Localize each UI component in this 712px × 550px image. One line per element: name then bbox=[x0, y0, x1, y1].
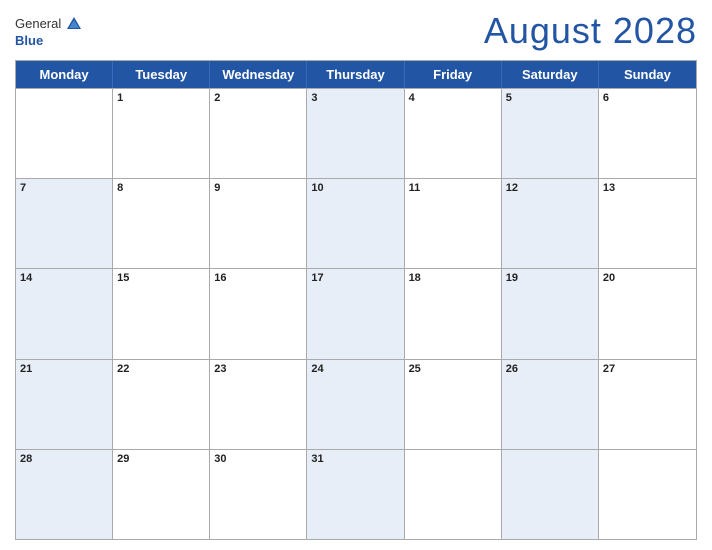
month-title: August 2028 bbox=[484, 10, 697, 52]
day-number: 1 bbox=[113, 89, 209, 107]
header-day-monday: Monday bbox=[16, 61, 113, 88]
day-number: 28 bbox=[16, 450, 112, 468]
day-number: 7 bbox=[16, 179, 112, 197]
day-number: 15 bbox=[113, 269, 209, 287]
header-day-friday: Friday bbox=[405, 61, 502, 88]
cal-cell: 18 bbox=[405, 269, 502, 358]
cal-cell: 15 bbox=[113, 269, 210, 358]
cal-cell: 23 bbox=[210, 360, 307, 449]
cal-cell: 1 bbox=[113, 89, 210, 178]
cal-cell: 21 bbox=[16, 360, 113, 449]
day-number: 30 bbox=[210, 450, 306, 468]
week-row-5: 28293031000 bbox=[16, 449, 696, 539]
cal-cell: 22 bbox=[113, 360, 210, 449]
day-number: 25 bbox=[405, 360, 501, 378]
cal-cell: 0 bbox=[502, 450, 599, 539]
cal-cell: 7 bbox=[16, 179, 113, 268]
cal-cell: 24 bbox=[307, 360, 404, 449]
week-row-1: 0123456 bbox=[16, 88, 696, 178]
day-number: 13 bbox=[599, 179, 696, 197]
cal-cell: 29 bbox=[113, 450, 210, 539]
day-number: 12 bbox=[502, 179, 598, 197]
cal-cell: 20 bbox=[599, 269, 696, 358]
calendar-header: MondayTuesdayWednesdayThursdayFridaySatu… bbox=[16, 61, 696, 88]
logo-icon bbox=[65, 15, 83, 33]
day-number: 11 bbox=[405, 179, 501, 197]
cal-cell: 11 bbox=[405, 179, 502, 268]
cal-cell: 30 bbox=[210, 450, 307, 539]
day-number: 4 bbox=[405, 89, 501, 107]
cal-cell: 27 bbox=[599, 360, 696, 449]
cal-cell: 0 bbox=[405, 450, 502, 539]
page: General Blue August 2028 MondayTuesdayWe… bbox=[0, 0, 712, 550]
day-number: 22 bbox=[113, 360, 209, 378]
day-number: 2 bbox=[210, 89, 306, 107]
day-number: 23 bbox=[210, 360, 306, 378]
cal-cell: 13 bbox=[599, 179, 696, 268]
cal-cell: 8 bbox=[113, 179, 210, 268]
cal-cell: 3 bbox=[307, 89, 404, 178]
calendar: MondayTuesdayWednesdayThursdayFridaySatu… bbox=[15, 60, 697, 540]
day-number: 26 bbox=[502, 360, 598, 378]
day-number: 6 bbox=[599, 89, 696, 107]
cal-cell: 6 bbox=[599, 89, 696, 178]
header-day-wednesday: Wednesday bbox=[210, 61, 307, 88]
day-number: 8 bbox=[113, 179, 209, 197]
cal-cell: 4 bbox=[405, 89, 502, 178]
cal-cell: 10 bbox=[307, 179, 404, 268]
day-number: 9 bbox=[210, 179, 306, 197]
logo-blue-text: Blue bbox=[15, 33, 43, 48]
day-number: 31 bbox=[307, 450, 403, 468]
cal-cell: 19 bbox=[502, 269, 599, 358]
day-number: 27 bbox=[599, 360, 696, 378]
calendar-body: 0123456789101112131415161718192021222324… bbox=[16, 88, 696, 539]
cal-cell: 5 bbox=[502, 89, 599, 178]
header-day-tuesday: Tuesday bbox=[113, 61, 210, 88]
logo-general-text: General bbox=[15, 16, 61, 31]
day-number: 3 bbox=[307, 89, 403, 107]
header-day-thursday: Thursday bbox=[307, 61, 404, 88]
cal-cell: 0 bbox=[599, 450, 696, 539]
day-number: 24 bbox=[307, 360, 403, 378]
day-number: 20 bbox=[599, 269, 696, 287]
day-number: 19 bbox=[502, 269, 598, 287]
day-number: 16 bbox=[210, 269, 306, 287]
day-number: 10 bbox=[307, 179, 403, 197]
day-number: 21 bbox=[16, 360, 112, 378]
cal-cell: 31 bbox=[307, 450, 404, 539]
day-number: 29 bbox=[113, 450, 209, 468]
week-row-4: 21222324252627 bbox=[16, 359, 696, 449]
week-row-2: 78910111213 bbox=[16, 178, 696, 268]
header-day-sunday: Sunday bbox=[599, 61, 696, 88]
cal-cell: 28 bbox=[16, 450, 113, 539]
cal-cell: 26 bbox=[502, 360, 599, 449]
day-number: 14 bbox=[16, 269, 112, 287]
header-day-saturday: Saturday bbox=[502, 61, 599, 88]
day-number: 17 bbox=[307, 269, 403, 287]
cal-cell: 16 bbox=[210, 269, 307, 358]
cal-cell: 14 bbox=[16, 269, 113, 358]
header: General Blue August 2028 bbox=[15, 10, 697, 52]
cal-cell: 2 bbox=[210, 89, 307, 178]
cal-cell: 9 bbox=[210, 179, 307, 268]
cal-cell: 0 bbox=[16, 89, 113, 178]
cal-cell: 17 bbox=[307, 269, 404, 358]
day-number: 18 bbox=[405, 269, 501, 287]
week-row-3: 14151617181920 bbox=[16, 268, 696, 358]
logo: General Blue bbox=[15, 15, 83, 48]
cal-cell: 25 bbox=[405, 360, 502, 449]
cal-cell: 12 bbox=[502, 179, 599, 268]
day-number: 5 bbox=[502, 89, 598, 107]
